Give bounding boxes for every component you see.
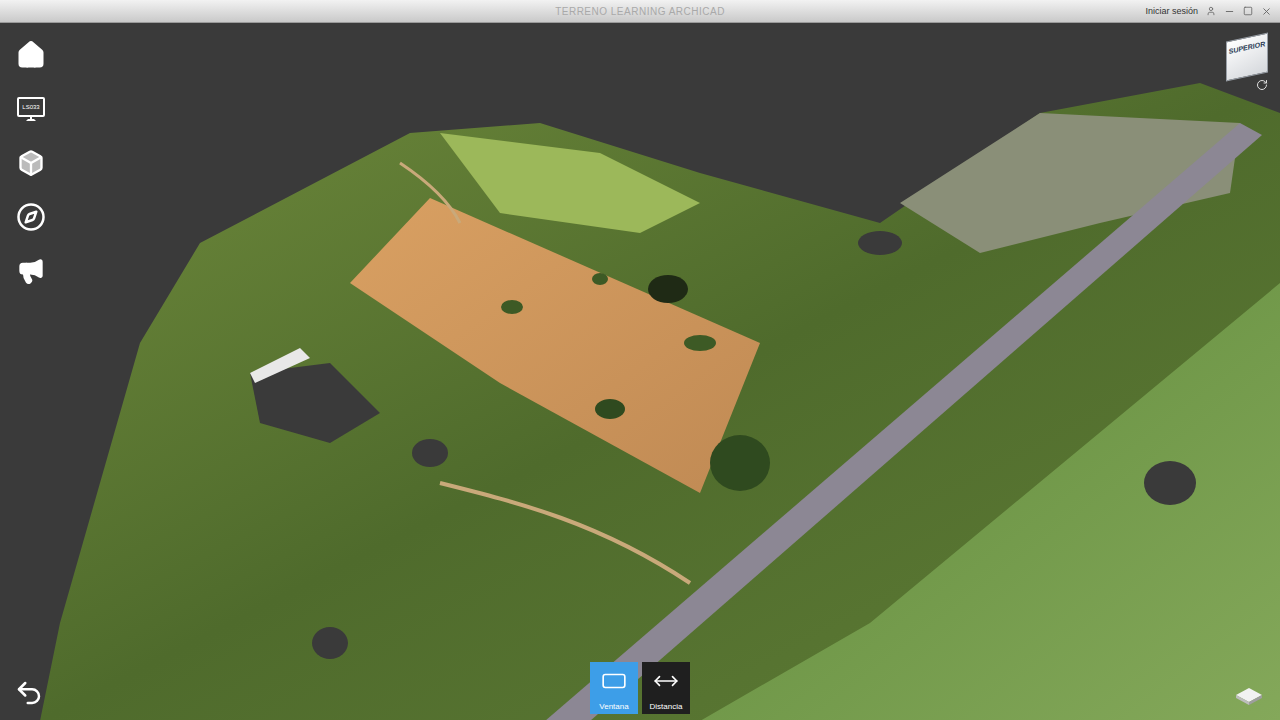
maximize-icon[interactable] — [1243, 6, 1253, 16]
rotate-icon[interactable] — [1256, 79, 1268, 91]
tool-label: Ventana — [599, 702, 628, 711]
home-icon[interactable] — [14, 39, 48, 71]
tool-label: Distancia — [650, 702, 683, 711]
view-cube[interactable]: SUPERIOR — [1226, 33, 1268, 82]
account-icon[interactable] — [1206, 6, 1216, 16]
monitor-icon[interactable]: LS033 — [14, 93, 48, 125]
distance-icon — [653, 668, 679, 694]
viewport[interactable]: LS033 SUPERIOR Ventana Distancia — [0, 23, 1280, 720]
title-bar: TERRENO LEARNING ARCHICAD Iniciar sesión — [0, 0, 1280, 23]
measure-toolbar: Ventana Distancia — [590, 662, 690, 714]
layers-icon[interactable] — [1234, 686, 1264, 706]
tool-button[interactable]: Distancia — [642, 662, 690, 714]
minimize-icon[interactable] — [1224, 6, 1235, 17]
app-window: TERRENO LEARNING ARCHICAD Iniciar sesión L… — [0, 0, 1280, 720]
sign-in-link[interactable]: Iniciar sesión — [1145, 6, 1198, 16]
compass-icon[interactable] — [14, 201, 48, 233]
monitor-label: LS033 — [22, 104, 39, 110]
view-cube-area: SUPERIOR — [1226, 37, 1268, 91]
left-toolbar: LS033 — [14, 39, 48, 287]
window-title: TERRENO LEARNING ARCHICAD — [555, 6, 725, 17]
megaphone-icon[interactable] — [14, 255, 48, 287]
window-select-icon — [601, 668, 627, 694]
view-cube-face: SUPERIOR — [1229, 40, 1266, 55]
tool-button[interactable]: Ventana — [590, 662, 638, 714]
point-cloud[interactable] — [0, 23, 1280, 720]
cube-icon[interactable] — [14, 147, 48, 179]
close-icon[interactable] — [1261, 6, 1272, 17]
undo-icon[interactable] — [14, 678, 44, 708]
